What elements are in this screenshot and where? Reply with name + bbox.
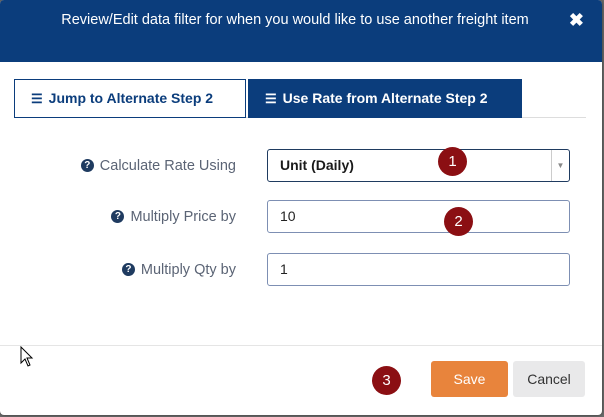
list-icon: ☰ — [265, 91, 277, 106]
close-icon[interactable]: ✖ — [569, 10, 584, 31]
tab-jump-to-alternate-step-2[interactable]: ☰ Jump to Alternate Step 2 — [14, 79, 246, 118]
multiply-qty-input[interactable]: 1 — [267, 253, 570, 286]
help-icon[interactable]: ? — [121, 262, 135, 276]
calculate-rate-row: ? Calculate Rate Using Unit (Daily) ▼ — [0, 149, 602, 183]
multiply-price-row: ? Multiply Price by 10 — [0, 200, 602, 234]
list-icon: ☰ — [31, 91, 43, 106]
modal-title: Review/Edit data filter for when you wou… — [61, 12, 529, 28]
calculate-rate-select[interactable]: Unit (Daily) ▼ — [267, 149, 570, 182]
multiply-price-label: ? Multiply Price by — [111, 200, 236, 234]
calculate-rate-value: Unit (Daily) — [280, 157, 354, 173]
footer-divider — [0, 345, 602, 346]
mouse-pointer-icon — [20, 346, 34, 367]
cancel-button[interactable]: Cancel — [513, 361, 585, 397]
multiply-qty-label: ? Multiply Qty by — [121, 253, 236, 287]
help-icon[interactable]: ? — [111, 209, 125, 223]
tab-bar: ☰ Jump to Alternate Step 2 ☰ Use Rate from… — [14, 79, 586, 118]
tab-label: Jump to Alternate Step 2 — [48, 90, 214, 106]
tab-label: Use Rate from Alternate Step 2 — [282, 90, 488, 106]
step-badge-3: 3 — [372, 366, 401, 395]
save-button[interactable]: Save — [431, 361, 508, 397]
help-icon[interactable]: ? — [80, 158, 94, 172]
freight-filter-modal: Review/Edit data filter for when you wou… — [0, 0, 602, 415]
calculate-rate-label: ? Calculate Rate Using — [80, 149, 236, 183]
multiply-price-input[interactable]: 10 — [267, 200, 570, 233]
step-badge-2: 2 — [444, 207, 473, 236]
chevron-down-icon[interactable]: ▼ — [551, 150, 569, 181]
tab-use-rate-from-alternate-step-2[interactable]: ☰ Use Rate from Alternate Step 2 — [248, 79, 522, 118]
modal-header: Review/Edit data filter for when you wou… — [0, 0, 602, 62]
step-badge-1: 1 — [438, 147, 467, 176]
multiply-qty-row: ? Multiply Qty by 1 — [0, 253, 602, 287]
